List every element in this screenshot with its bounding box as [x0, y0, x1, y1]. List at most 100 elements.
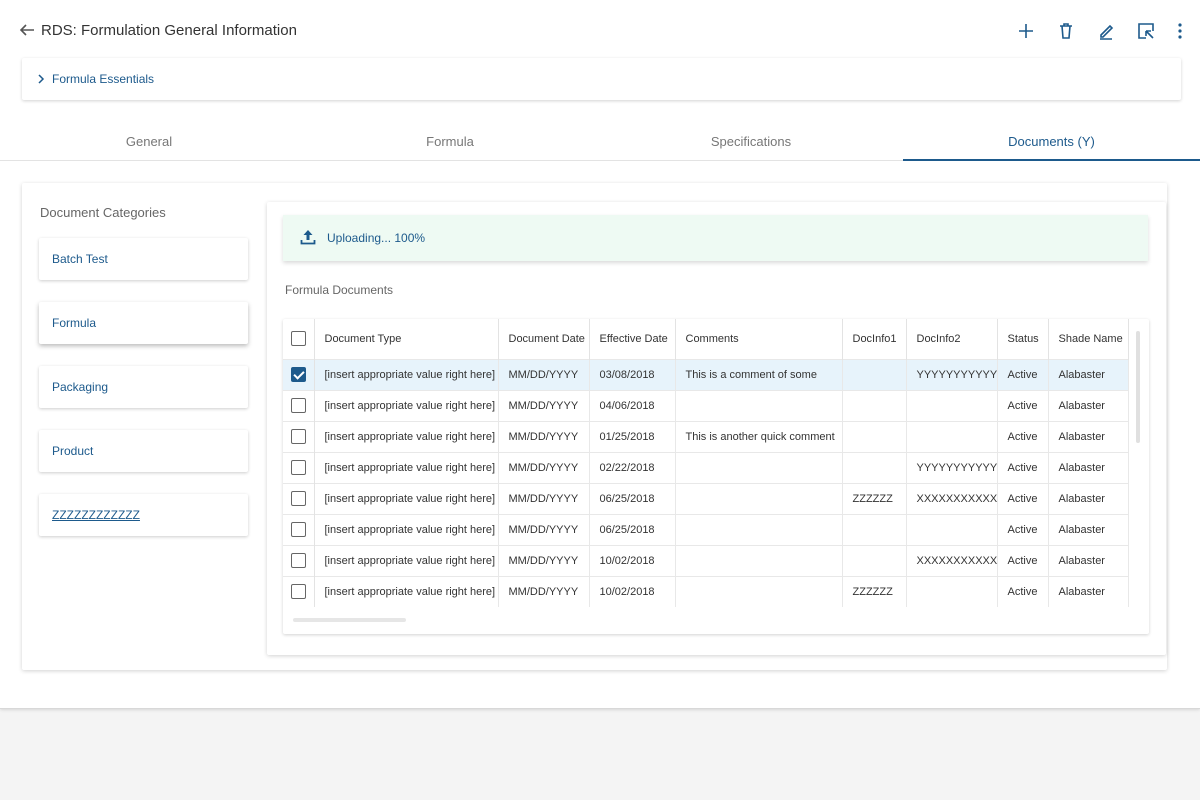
table-cell: MM/DD/YYYY	[498, 544, 590, 576]
table-cell: Active	[997, 544, 1049, 576]
table-cell	[675, 544, 843, 576]
table-cell	[842, 389, 907, 421]
row-checkbox-cell	[283, 451, 315, 483]
category-zzzz[interactable]: ZZZZZZZZZZZZ	[39, 494, 248, 536]
table-cell: Alabaster	[1048, 575, 1129, 607]
table-cell: This is another quick comment	[675, 420, 843, 452]
table-cell: [insert appropriate value right here]	[314, 544, 499, 576]
tab-specifications[interactable]: Specifications	[602, 124, 900, 161]
row-checkbox-cell	[283, 389, 315, 421]
table-row[interactable]: [insert appropriate value right here] MM/…	[283, 513, 1129, 545]
table-row[interactable]: [insert appropriate value right here] MM/…	[283, 575, 1129, 607]
table-cell: 04/06/2018	[589, 389, 676, 421]
table-cell: ZZZZZZ	[842, 575, 907, 607]
category-product[interactable]: Product	[39, 430, 248, 472]
column-header[interactable]: Status	[997, 319, 1049, 359]
row-checkbox[interactable]	[290, 367, 306, 382]
category-formula[interactable]: Formula	[39, 302, 248, 344]
column-header[interactable]: DocInfo1	[842, 319, 907, 359]
app-window: RDS: Formulation General Information For…	[0, 0, 1200, 709]
back-arrow-icon[interactable]	[18, 21, 36, 39]
chevron-right-icon	[35, 72, 47, 84]
category-packaging[interactable]: Packaging	[39, 366, 248, 408]
document-categories-title: Document Categories	[40, 205, 166, 220]
documents-table-container: Document Type Document Date Effective Da…	[283, 319, 1149, 634]
table-cell: 06/25/2018	[589, 513, 676, 545]
row-checkbox[interactable]	[290, 522, 306, 537]
table-cell: MM/DD/YYYY	[498, 451, 590, 483]
row-checkbox[interactable]	[290, 491, 306, 506]
add-icon[interactable]	[1015, 20, 1037, 42]
horizontal-scrollbar[interactable]	[293, 618, 406, 622]
tab-general[interactable]: General	[0, 124, 298, 161]
column-header[interactable]: Comments	[675, 319, 843, 359]
edit-icon[interactable]	[1095, 20, 1117, 42]
table-cell: 10/02/2018	[589, 544, 676, 576]
column-header[interactable]: Shade Name	[1048, 319, 1129, 359]
table-cell: Active	[997, 358, 1049, 390]
table-row[interactable]: [insert appropriate value right here] MM/…	[283, 358, 1129, 390]
table-row[interactable]: [insert appropriate value right here] MM/…	[283, 420, 1129, 452]
table-row[interactable]: [insert appropriate value right here] MM/…	[283, 389, 1129, 421]
upload-status-text: Uploading... 100%	[327, 231, 426, 245]
more-vert-icon[interactable]	[1169, 20, 1191, 42]
table-cell: [insert appropriate value right here]	[314, 420, 499, 452]
category-label: Product	[52, 444, 94, 458]
table-cell: MM/DD/YYYY	[498, 358, 590, 390]
column-header[interactable]: Document Date	[498, 319, 590, 359]
table-cell: 10/02/2018	[589, 575, 676, 607]
table-cell	[675, 482, 843, 514]
table-cell: 01/25/2018	[589, 420, 676, 452]
table-cell: YYYYYYYYYYY	[906, 358, 998, 390]
table-cell: MM/DD/YYYY	[498, 389, 590, 421]
table-cell: Alabaster	[1048, 389, 1129, 421]
row-checkbox-cell	[283, 358, 315, 390]
table-cell: Alabaster	[1048, 544, 1129, 576]
column-header[interactable]: Effective Date	[589, 319, 676, 359]
row-checkbox[interactable]	[290, 398, 306, 413]
row-checkbox[interactable]	[290, 584, 306, 600]
table-cell	[675, 389, 843, 421]
table-row[interactable]: [insert appropriate value right here] MM/…	[283, 544, 1129, 576]
upload-status-bar: Uploading... 100%	[283, 215, 1148, 261]
select-all-cell	[283, 319, 315, 359]
select-all-checkbox[interactable]	[290, 331, 306, 347]
category-label: Formula	[52, 316, 97, 330]
row-checkbox[interactable]	[290, 429, 306, 444]
table-cell: YYYYYYYYYYY	[906, 451, 998, 483]
table-cell	[906, 420, 998, 452]
table-cell: Alabaster	[1048, 451, 1129, 483]
column-header[interactable]: DocInfo2	[906, 319, 998, 359]
formula-essentials-panel[interactable]: Formula Essentials	[22, 58, 1181, 100]
vertical-scrollbar[interactable]	[1136, 331, 1140, 443]
table-row[interactable]: [insert appropriate value right here] MM/…	[283, 482, 1129, 514]
table-cell: XXXXXXXXXXX	[906, 544, 998, 576]
table-cell	[675, 451, 843, 483]
table-cell: MM/DD/YYYY	[498, 482, 590, 514]
table-cell: Active	[997, 420, 1049, 452]
table-cell: [insert appropriate value right here]	[314, 482, 499, 514]
table-cell	[842, 420, 907, 452]
category-label: Packaging	[52, 380, 109, 394]
table-row[interactable]: [insert appropriate value right here] MM/…	[283, 451, 1129, 483]
table-cell: ZZZZZZ	[842, 482, 907, 514]
upload-icon	[300, 229, 316, 245]
table-cell: MM/DD/YYYY	[498, 513, 590, 545]
table-cell: Alabaster	[1048, 482, 1129, 514]
row-checkbox[interactable]	[290, 553, 306, 568]
table-cell	[842, 451, 907, 483]
column-header[interactable]: Document Type	[314, 319, 499, 359]
select-cursor-icon[interactable]	[1135, 20, 1157, 42]
table-cell: Alabaster	[1048, 420, 1129, 452]
delete-icon[interactable]	[1055, 20, 1077, 42]
table-header-row: Document Type Document Date Effective Da…	[283, 319, 1129, 359]
table-cell	[842, 544, 907, 576]
tab-formula[interactable]: Formula	[301, 124, 599, 161]
table-cell	[906, 575, 998, 607]
category-batch-test[interactable]: Batch Test	[39, 238, 248, 280]
table-cell: This is a comment of some	[675, 358, 843, 390]
tab-documents[interactable]: Documents (Y)	[903, 124, 1200, 161]
row-checkbox-cell	[283, 544, 315, 576]
row-checkbox[interactable]	[290, 460, 306, 475]
table-cell	[842, 358, 907, 390]
